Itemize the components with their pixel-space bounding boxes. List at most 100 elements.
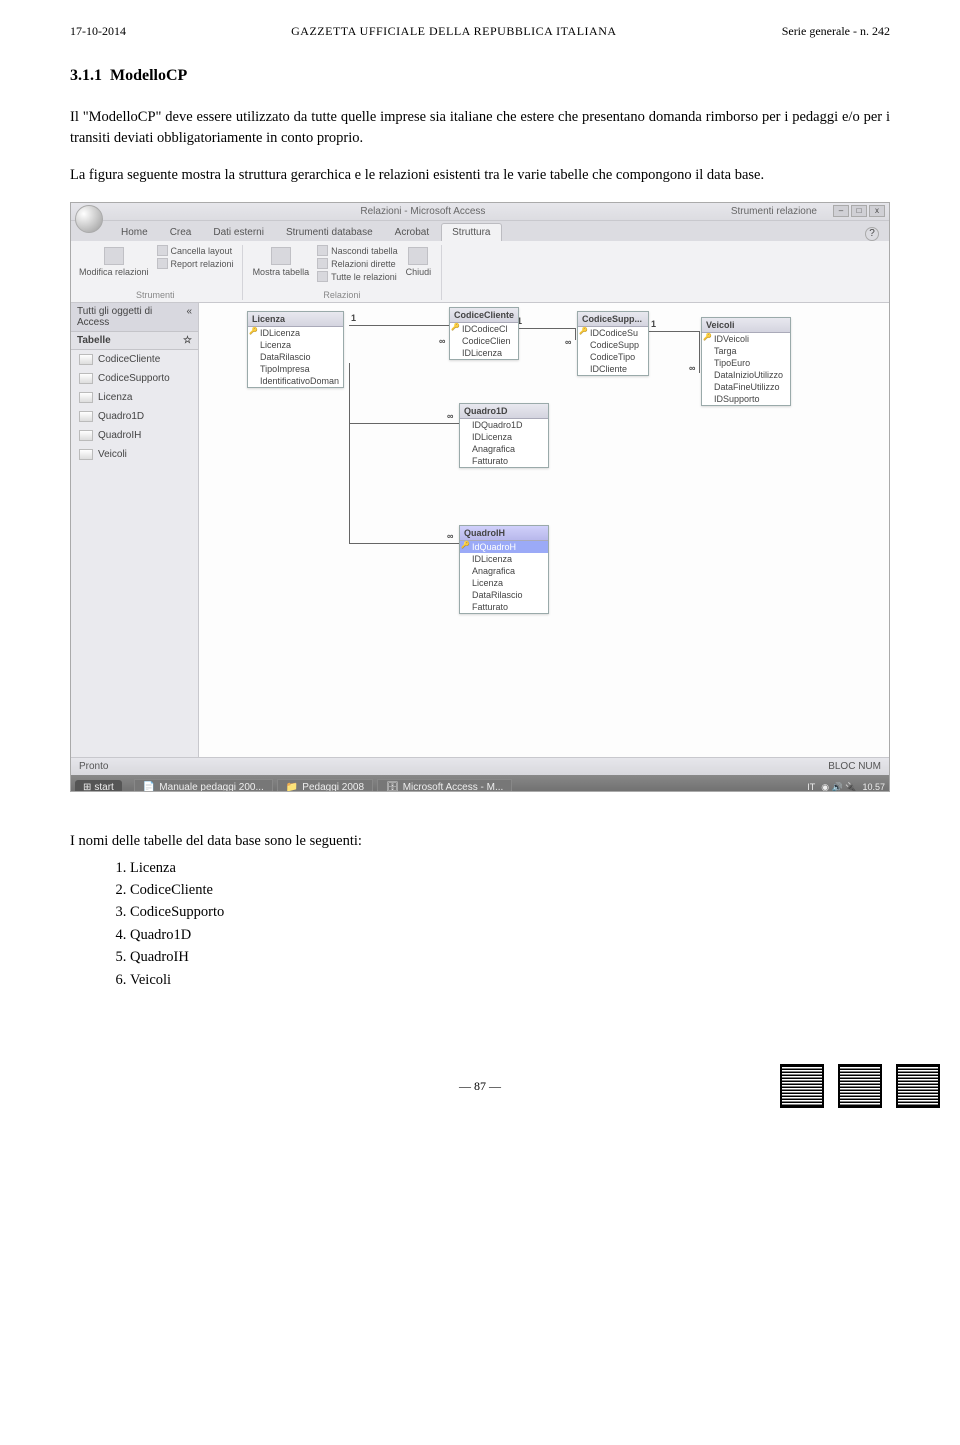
cardinality-many: ∞ — [439, 336, 445, 346]
table-licenza[interactable]: Licenza IDLicenza Licenza DataRilascio T… — [247, 311, 344, 388]
nav-item-codicesupporto[interactable]: CodiceSupporto — [71, 369, 198, 388]
clock[interactable]: 10.57 — [862, 782, 885, 792]
tab-strumenti-database[interactable]: Strumenti database — [276, 224, 383, 241]
table-quadroih[interactable]: QuadroIH IdQuadroH IDLicenza Anagrafica … — [459, 525, 549, 614]
chevron-down-icon: ☆ — [183, 335, 192, 346]
qr-code-icon — [838, 1064, 882, 1108]
relazioni-dirette-button[interactable]: Relazioni dirette — [317, 258, 398, 269]
tutte-relazioni-button[interactable]: Tutte le relazioni — [317, 271, 398, 282]
table-veicoli[interactable]: Veicoli IDVeicoli Targa TipoEuro DataIni… — [701, 317, 791, 406]
help-button[interactable]: ? — [865, 227, 879, 241]
taskbar-item[interactable]: 🗄Microsoft Access - M... — [377, 779, 512, 793]
cardinality-many: ∞ — [447, 531, 453, 541]
tab-struttura[interactable]: Struttura — [441, 223, 501, 241]
field: IDVeicoli — [702, 333, 790, 345]
nav-item-licenza[interactable]: Licenza — [71, 388, 198, 407]
field: IdentificativoDoman — [248, 375, 343, 387]
status-left: Pronto — [79, 761, 108, 772]
tray-icons[interactable]: ◉ 🔊 🔌 — [821, 782, 856, 793]
field: Licenza — [460, 577, 548, 589]
field: IDCliente — [578, 363, 648, 375]
close-button[interactable]: x — [869, 205, 885, 217]
cardinality-many: ∞ — [565, 337, 571, 347]
window-buttons: – □ x — [833, 205, 885, 217]
field: DataRilascio — [460, 589, 548, 601]
collapse-icon: « — [186, 306, 192, 328]
header-date: 17-10-2014 — [70, 24, 126, 39]
list-item: CodiceSupporto — [130, 901, 890, 923]
field: Fatturato — [460, 601, 548, 613]
field-selected: IdQuadroH — [460, 541, 548, 553]
office-button[interactable] — [75, 205, 103, 233]
report-relazioni-button[interactable]: Report relazioni — [157, 258, 234, 269]
ribbon-group-label: Strumenti — [77, 290, 234, 300]
field: CodiceSupp — [578, 339, 648, 351]
field: CodiceTipo — [578, 351, 648, 363]
hide-icon — [317, 245, 328, 256]
titlebar: Relazioni - Microsoft Access Strumenti r… — [71, 203, 889, 221]
tab-acrobat[interactable]: Acrobat — [385, 224, 439, 241]
list-item: QuadroIH — [130, 946, 890, 968]
relations-canvas[interactable]: 1 ∞ 1 ∞ 1 ∞ ∞ ∞ Licenza IDLic — [199, 303, 889, 757]
cancella-layout-button[interactable]: Cancella layout — [157, 245, 234, 256]
page-header: 17-10-2014 GAZZETTA UFFICIALE DELLA REPU… — [70, 24, 890, 39]
field: Fatturato — [460, 455, 548, 467]
field: IDQuadro1D — [460, 419, 548, 431]
table-quadro1d[interactable]: Quadro1D IDQuadro1D IDLicenza Anagrafica… — [459, 403, 549, 468]
cardinality-one: 1 — [351, 313, 356, 323]
maximize-button[interactable]: □ — [851, 205, 867, 217]
window-subtitle: Strumenti relazione — [731, 206, 817, 217]
modifica-relazioni-button[interactable]: Modifica relazioni — [77, 245, 151, 279]
x-icon — [157, 245, 168, 256]
close-icon — [408, 247, 428, 265]
table-header: QuadroIH — [460, 526, 548, 541]
cardinality-many: ∞ — [689, 363, 695, 373]
tab-home[interactable]: Home — [111, 224, 158, 241]
taskbar-item[interactable]: 📄Manuale pedaggi 200... — [134, 779, 273, 793]
qr-code-icon — [896, 1064, 940, 1108]
field: Licenza — [248, 339, 343, 351]
tab-dati-esterni[interactable]: Dati esterni — [203, 224, 274, 241]
section-title: ModelloCP — [110, 67, 187, 84]
chiudi-button[interactable]: Chiudi — [404, 245, 434, 282]
field: IDCodiceCl — [450, 323, 518, 335]
mostra-tabella-button[interactable]: Mostra tabella — [251, 245, 312, 282]
minimize-button[interactable]: – — [833, 205, 849, 217]
nav-item-quadroih[interactable]: QuadroIH — [71, 426, 198, 445]
taskbar-item[interactable]: 📁Pedaggi 2008 — [277, 779, 373, 793]
table-codicesupp[interactable]: CodiceSupp... IDCodiceSu CodiceSupp Codi… — [577, 311, 649, 376]
list-intro: I nomi delle tabelle del data base sono … — [70, 830, 890, 852]
language-indicator[interactable]: IT — [807, 782, 815, 792]
ribbon-group-relazioni: Mostra tabella Nascondi tabella Relazion… — [251, 245, 443, 300]
tab-crea[interactable]: Crea — [160, 224, 202, 241]
nav-item-quadro1d[interactable]: Quadro1D — [71, 407, 198, 426]
taskbar: ⊞ start 📄Manuale pedaggi 200... 📁Pedaggi… — [71, 775, 889, 792]
nav-category-tabelle[interactable]: Tabelle ☆ — [71, 332, 198, 350]
system-tray: IT ◉ 🔊 🔌 10.57 — [807, 782, 885, 793]
access-screenshot: – □ x Relazioni - Microsoft Access Strum… — [70, 202, 890, 792]
table-header: CodiceSupp... — [578, 312, 648, 327]
nav-header[interactable]: Tutti gli oggetti di Access « — [71, 303, 198, 332]
field: IDCodiceSu — [578, 327, 648, 339]
table-header: Quadro1D — [460, 404, 548, 419]
table-icon — [79, 449, 93, 460]
paragraph-1: Il "ModelloCP" deve essere utilizzato da… — [70, 107, 890, 149]
access-icon: 🗄 — [386, 782, 399, 793]
table-names-list: Licenza CodiceCliente CodiceSupporto Qua… — [130, 857, 890, 992]
list-item: CodiceCliente — [130, 879, 890, 901]
start-button[interactable]: ⊞ start — [75, 780, 122, 793]
ribbon-tabs: Home Crea Dati esterni Strumenti databas… — [71, 221, 889, 241]
field: CodiceClien — [450, 335, 518, 347]
nascondi-tabella-button[interactable]: Nascondi tabella — [317, 245, 398, 256]
strumenti-small-buttons: Cancella layout Report relazioni — [157, 245, 234, 279]
show-table-icon — [271, 247, 291, 265]
header-publication: GAZZETTA UFFICIALE DELLA REPUBBLICA ITAL… — [291, 24, 616, 39]
relazioni-small-buttons: Nascondi tabella Relazioni dirette Tutte… — [317, 245, 398, 282]
nav-item-veicoli[interactable]: Veicoli — [71, 445, 198, 464]
nav-item-codicecliente[interactable]: CodiceCliente — [71, 350, 198, 369]
table-header: Licenza — [248, 312, 343, 327]
table-names-section: I nomi delle tabelle del data base sono … — [70, 830, 890, 991]
windows-icon: ⊞ — [83, 782, 91, 793]
field: IDSupporto — [702, 393, 790, 405]
table-codicecliente[interactable]: CodiceCliente IDCodiceCl CodiceClien IDL… — [449, 307, 519, 360]
